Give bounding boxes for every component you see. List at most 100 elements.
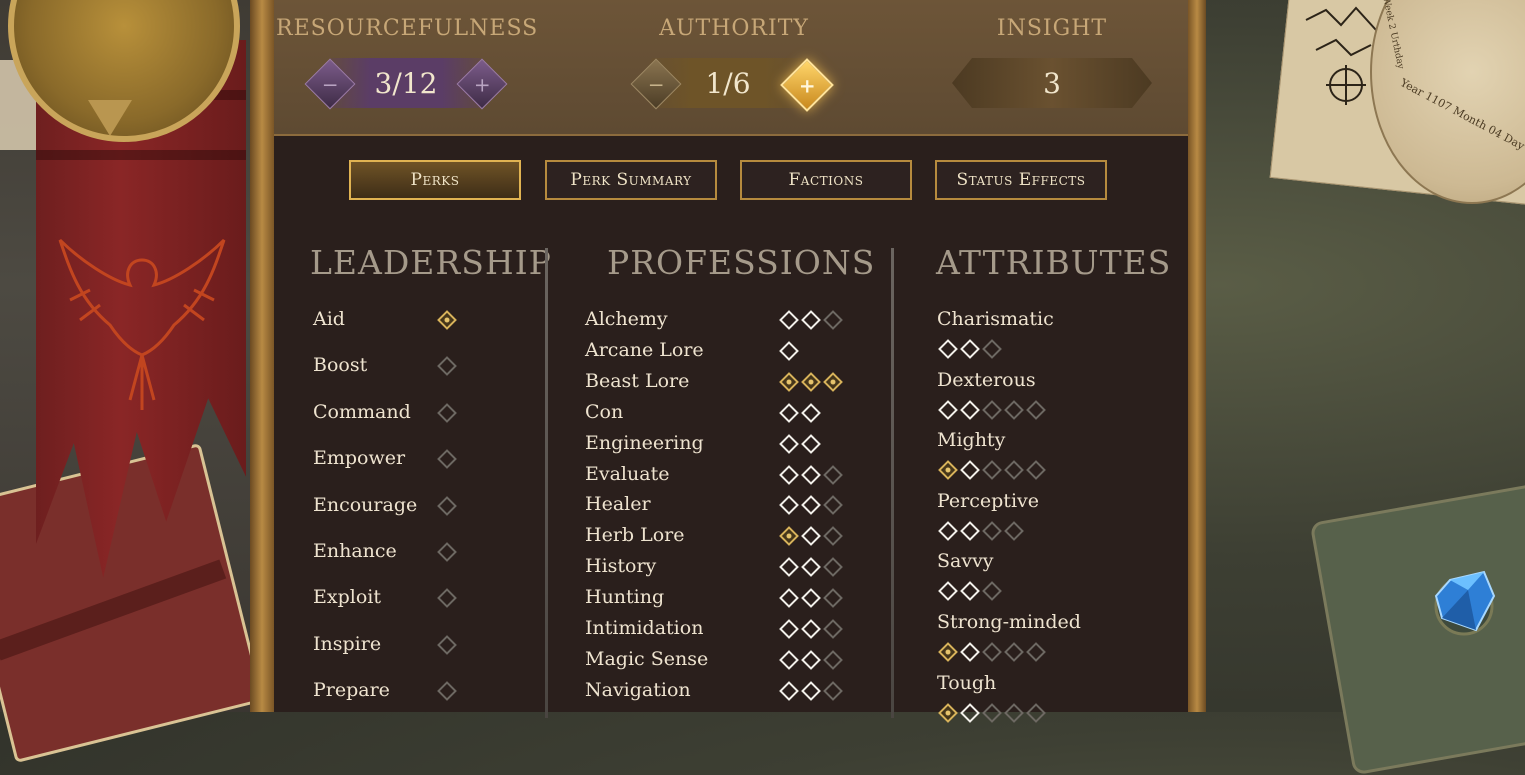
perk-pip-empty[interactable] <box>1004 642 1024 662</box>
leadership-item-label[interactable]: Empower <box>313 447 405 469</box>
perk-pip-empty[interactable] <box>437 495 457 516</box>
perk-pip-empty[interactable] <box>1004 399 1024 420</box>
perk-pip-empty[interactable] <box>823 495 843 516</box>
perk-pip-empty[interactable] <box>437 588 457 609</box>
perk-pip-gold[interactable] <box>938 702 958 723</box>
perk-pip-filled[interactable] <box>779 402 799 423</box>
perk-pip-empty[interactable] <box>823 464 843 485</box>
perk-pip-filled[interactable] <box>938 581 958 602</box>
profession-item-label[interactable]: Herb Lore <box>585 524 684 546</box>
perk-pip-empty[interactable] <box>1026 702 1046 723</box>
perk-pip-filled[interactable] <box>960 399 980 420</box>
perk-pip-empty[interactable] <box>982 399 1002 420</box>
profession-item-label[interactable]: Arcane Lore <box>585 339 704 361</box>
perk-pip-empty[interactable] <box>823 649 843 670</box>
perk-pip-filled[interactable] <box>960 339 980 359</box>
perk-pip-gold[interactable] <box>938 642 958 662</box>
leadership-item-label[interactable]: Encourage <box>313 494 417 516</box>
perk-pip-gold[interactable] <box>779 526 799 547</box>
perk-pip-filled[interactable] <box>779 619 799 639</box>
perk-pip-gold[interactable] <box>823 371 843 392</box>
perk-pip-gold[interactable] <box>437 310 457 330</box>
profession-item-label[interactable]: Con <box>585 401 623 423</box>
perk-pip-empty[interactable] <box>437 402 457 423</box>
perk-pip-filled[interactable] <box>779 310 799 330</box>
leadership-item-label[interactable]: Prepare <box>313 679 390 701</box>
perk-pip-filled[interactable] <box>779 340 799 361</box>
perk-pip-filled[interactable] <box>801 526 821 547</box>
profession-item-label[interactable]: Beast Lore <box>585 370 689 392</box>
perk-pip-gold[interactable] <box>801 371 821 392</box>
profession-item-label[interactable]: History <box>585 555 656 577</box>
attribute-item-label[interactable]: Perceptive <box>937 490 1039 512</box>
perk-pip-empty[interactable] <box>1026 460 1046 481</box>
perk-pip-filled[interactable] <box>801 433 821 454</box>
perk-pip-empty[interactable] <box>982 581 1002 602</box>
perk-pip-filled[interactable] <box>960 581 980 602</box>
perk-pip-empty[interactable] <box>823 310 843 330</box>
perk-pip-filled[interactable] <box>801 649 821 670</box>
profession-item-label[interactable]: Navigation <box>585 679 691 701</box>
tab-perk-summary[interactable]: Perk Summary <box>545 160 717 200</box>
attribute-item-label[interactable]: Mighty <box>937 429 1005 451</box>
perk-pip-filled[interactable] <box>779 464 799 485</box>
perk-pip-empty[interactable] <box>982 339 1002 359</box>
leadership-item-label[interactable]: Inspire <box>313 633 381 655</box>
perk-pip-empty[interactable] <box>1004 520 1024 541</box>
perk-pip-empty[interactable] <box>823 557 843 578</box>
perk-pip-filled[interactable] <box>801 557 821 578</box>
perk-pip-empty[interactable] <box>982 460 1002 481</box>
perk-pip-empty[interactable] <box>982 642 1002 662</box>
profession-item-label[interactable]: Engineering <box>585 432 704 454</box>
perk-pip-filled[interactable] <box>801 464 821 485</box>
perk-pip-filled[interactable] <box>960 642 980 662</box>
perk-pip-filled[interactable] <box>779 649 799 670</box>
perk-pip-filled[interactable] <box>938 520 958 541</box>
perk-pip-empty[interactable] <box>1004 702 1024 723</box>
tab-perks[interactable]: Perks <box>349 160 521 200</box>
attribute-item-label[interactable]: Savvy <box>937 550 994 572</box>
perk-pip-filled[interactable] <box>779 588 799 608</box>
profession-item-label[interactable]: Healer <box>585 493 651 515</box>
perk-pip-empty[interactable] <box>1026 642 1046 662</box>
attribute-item-label[interactable]: Dexterous <box>937 369 1036 391</box>
perk-pip-filled[interactable] <box>801 402 821 423</box>
leadership-item-label[interactable]: Boost <box>313 354 367 376</box>
profession-item-label[interactable]: Hunting <box>585 586 664 608</box>
perk-pip-filled[interactable] <box>801 310 821 330</box>
perk-pip-filled[interactable] <box>801 495 821 516</box>
perk-pip-empty[interactable] <box>437 449 457 470</box>
leadership-item-label[interactable]: Enhance <box>313 540 397 562</box>
perk-pip-empty[interactable] <box>823 588 843 608</box>
perk-pip-filled[interactable] <box>801 680 821 701</box>
tab-status-effects[interactable]: Status Effects <box>935 160 1107 200</box>
perk-pip-empty[interactable] <box>823 619 843 639</box>
perk-pip-filled[interactable] <box>960 520 980 541</box>
perk-pip-filled[interactable] <box>779 680 799 701</box>
perk-pip-filled[interactable] <box>779 495 799 516</box>
leadership-item-label[interactable]: Command <box>313 401 411 423</box>
perk-pip-filled[interactable] <box>938 399 958 420</box>
leadership-item-label[interactable]: Aid <box>313 308 345 330</box>
perk-pip-empty[interactable] <box>437 681 457 702</box>
attribute-item-label[interactable]: Charismatic <box>937 308 1054 330</box>
perk-pip-empty[interactable] <box>1004 460 1024 481</box>
attribute-item-label[interactable]: Tough <box>937 672 996 694</box>
perk-pip-filled[interactable] <box>801 588 821 608</box>
perk-pip-empty[interactable] <box>1026 399 1046 420</box>
perk-pip-filled[interactable] <box>801 619 821 639</box>
perk-pip-empty[interactable] <box>437 356 457 377</box>
perk-pip-empty[interactable] <box>437 634 457 655</box>
perk-pip-gold[interactable] <box>938 460 958 481</box>
perk-pip-filled[interactable] <box>779 557 799 578</box>
perk-pip-filled[interactable] <box>960 460 980 481</box>
perk-pip-filled[interactable] <box>960 702 980 723</box>
perk-pip-empty[interactable] <box>982 520 1002 541</box>
perk-pip-gold[interactable] <box>779 371 799 392</box>
perk-pip-empty[interactable] <box>823 680 843 701</box>
leadership-item-label[interactable]: Exploit <box>313 586 381 608</box>
profession-item-label[interactable]: Alchemy <box>585 308 668 330</box>
tab-factions[interactable]: Factions <box>740 160 912 200</box>
profession-item-label[interactable]: Evaluate <box>585 463 669 485</box>
profession-item-label[interactable]: Intimidation <box>585 617 703 639</box>
